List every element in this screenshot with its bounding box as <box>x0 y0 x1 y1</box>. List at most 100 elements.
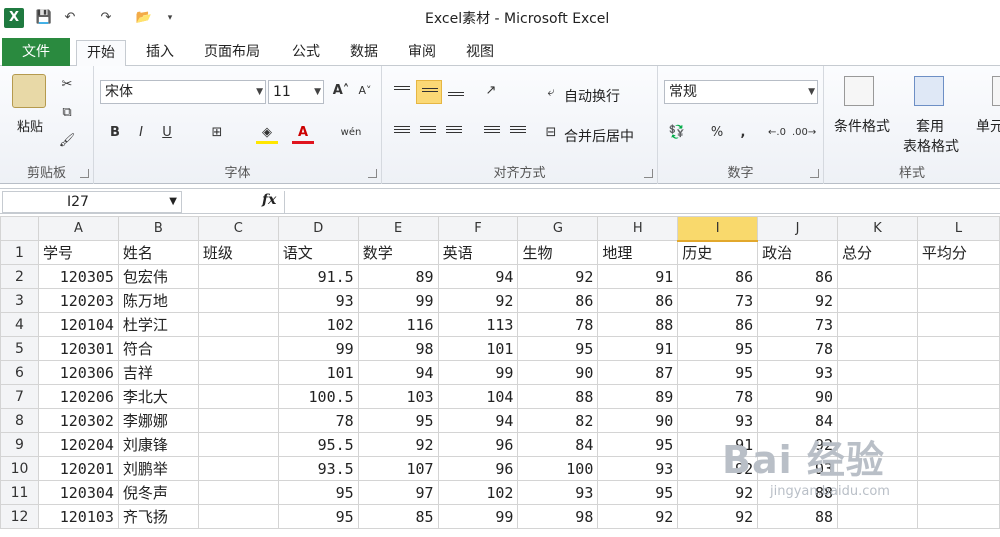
cell-e7[interactable]: 103 <box>357 384 439 409</box>
column-header-l[interactable]: L <box>916 216 1000 241</box>
cell-e6[interactable]: 94 <box>357 360 439 385</box>
cell-b10[interactable]: 刘鹏举 <box>117 456 199 481</box>
cell-l2[interactable] <box>916 264 1000 289</box>
cell-d12[interactable]: 95 <box>277 504 359 529</box>
cell-g8[interactable]: 82 <box>517 408 599 433</box>
row-header[interactable]: 10 <box>0 456 39 481</box>
number-launcher-icon[interactable] <box>810 169 819 178</box>
column-header-d[interactable]: D <box>277 216 359 241</box>
cell-h10[interactable]: 93 <box>597 456 679 481</box>
font-color-icon[interactable]: A <box>292 122 314 144</box>
cell-a10[interactable]: 120201 <box>37 456 119 481</box>
copy-icon[interactable]: ⧉ <box>56 102 78 124</box>
cell-l7[interactable] <box>916 384 1000 409</box>
tab-formulas[interactable]: 公式 <box>282 40 330 66</box>
cell-b7[interactable]: 李北大 <box>117 384 199 409</box>
cell-h7[interactable]: 89 <box>597 384 679 409</box>
cell-l6[interactable] <box>916 360 1000 385</box>
cell-i3[interactable]: 73 <box>677 288 759 313</box>
cell-l5[interactable] <box>916 336 1000 361</box>
cell-d10[interactable]: 93.5 <box>277 456 359 481</box>
font-launcher-icon[interactable] <box>368 169 377 178</box>
cell-j3[interactable]: 92 <box>757 288 839 313</box>
cut-icon[interactable]: ✂ <box>56 74 78 96</box>
column-header-k[interactable]: K <box>837 216 918 241</box>
cell-styles-icon[interactable] <box>992 76 1000 106</box>
cell-i1[interactable]: 历史 <box>677 240 759 265</box>
cell-b6[interactable]: 吉祥 <box>117 360 199 385</box>
underline-button[interactable]: U <box>156 122 178 144</box>
cell-f4[interactable]: 113 <box>437 312 519 337</box>
cell-g11[interactable]: 93 <box>517 480 599 505</box>
cell-l1[interactable]: 平均分 <box>916 240 1000 265</box>
column-header-i[interactable]: I <box>677 216 759 242</box>
cell-a4[interactable]: 120104 <box>37 312 119 337</box>
cell-c3[interactable] <box>197 288 279 313</box>
cell-k1[interactable]: 总分 <box>837 240 918 265</box>
cell-b12[interactable]: 齐飞扬 <box>117 504 199 529</box>
row-header[interactable]: 7 <box>0 384 39 409</box>
cell-d5[interactable]: 99 <box>277 336 359 361</box>
cell-c6[interactable] <box>197 360 279 385</box>
cell-d9[interactable]: 95.5 <box>277 432 359 457</box>
cell-c9[interactable] <box>197 432 279 457</box>
cell-h5[interactable]: 91 <box>597 336 679 361</box>
cell-d8[interactable]: 78 <box>277 408 359 433</box>
cell-e10[interactable]: 107 <box>357 456 439 481</box>
cell-f5[interactable]: 101 <box>437 336 519 361</box>
column-header-j[interactable]: J <box>757 216 839 241</box>
orientation-icon[interactable]: ↗ <box>480 80 502 102</box>
cell-k5[interactable] <box>837 336 918 361</box>
cell-f7[interactable]: 104 <box>437 384 519 409</box>
format-as-table-icon[interactable] <box>914 76 944 106</box>
column-header-h[interactable]: H <box>597 216 679 241</box>
currency-icon[interactable]: 💱 <box>666 122 688 144</box>
cell-d4[interactable]: 102 <box>277 312 359 337</box>
tab-data[interactable]: 数据 <box>340 40 388 66</box>
cell-f12[interactable]: 99 <box>437 504 519 529</box>
tab-file[interactable]: 文件 <box>2 38 70 66</box>
column-header-a[interactable]: A <box>37 216 119 241</box>
format-painter-icon[interactable]: 🖌 <box>56 130 78 152</box>
cell-g6[interactable]: 90 <box>517 360 599 385</box>
cell-e11[interactable]: 97 <box>357 480 439 505</box>
row-header[interactable]: 5 <box>0 336 39 361</box>
align-left-icon[interactable] <box>394 126 410 138</box>
cell-c10[interactable] <box>197 456 279 481</box>
cell-e5[interactable]: 98 <box>357 336 439 361</box>
cell-d6[interactable]: 101 <box>277 360 359 385</box>
italic-button[interactable]: I <box>130 122 152 144</box>
cell-j2[interactable]: 86 <box>757 264 839 289</box>
cell-a1[interactable]: 学号 <box>37 240 119 265</box>
cell-g4[interactable]: 78 <box>517 312 599 337</box>
cell-c1[interactable]: 班级 <box>197 240 279 265</box>
cell-h4[interactable]: 88 <box>597 312 679 337</box>
cell-b1[interactable]: 姓名 <box>117 240 199 265</box>
row-header[interactable]: 8 <box>0 408 39 433</box>
cell-b8[interactable]: 李娜娜 <box>117 408 199 433</box>
tab-view[interactable]: 视图 <box>456 40 504 66</box>
font-name-combo[interactable]: 宋体 ▼ <box>100 80 266 104</box>
cell-j7[interactable]: 90 <box>757 384 839 409</box>
cell-d3[interactable]: 93 <box>277 288 359 313</box>
cell-g7[interactable]: 88 <box>517 384 599 409</box>
formula-input[interactable] <box>284 191 1000 213</box>
cell-k6[interactable] <box>837 360 918 385</box>
cell-l4[interactable] <box>916 312 1000 337</box>
cell-c12[interactable] <box>197 504 279 529</box>
wrap-text-icon[interactable]: ⤶ <box>540 82 562 104</box>
borders-icon[interactable]: ⊞ <box>206 122 228 144</box>
merge-center-icon[interactable]: ⊟ <box>540 122 562 144</box>
row-header[interactable]: 3 <box>0 288 39 313</box>
cell-k7[interactable] <box>837 384 918 409</box>
name-box[interactable]: I27 ▼ <box>2 191 182 213</box>
cell-i2[interactable]: 86 <box>677 264 759 289</box>
cell-e4[interactable]: 116 <box>357 312 439 337</box>
cell-h11[interactable]: 95 <box>597 480 679 505</box>
cell-e1[interactable]: 数学 <box>357 240 439 265</box>
cell-f9[interactable]: 96 <box>437 432 519 457</box>
increase-indent-icon[interactable] <box>510 126 526 138</box>
fill-color-icon[interactable]: ◈ <box>256 122 278 144</box>
cell-d7[interactable]: 100.5 <box>277 384 359 409</box>
cell-e9[interactable]: 92 <box>357 432 439 457</box>
